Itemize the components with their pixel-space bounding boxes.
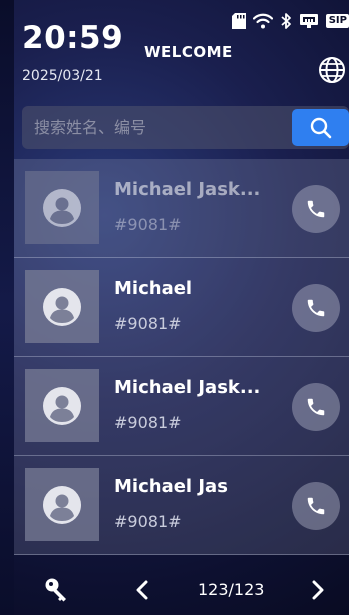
- clock-time: 20:59: [22, 20, 124, 56]
- user-avatar-icon: [43, 485, 81, 524]
- pagination-bar: 123/123: [14, 562, 349, 615]
- contact-number: #9081#: [114, 215, 182, 234]
- contact-name: Michael Jask...: [114, 377, 261, 398]
- avatar: [25, 468, 99, 541]
- clock-date: 2025/03/21: [22, 68, 103, 84]
- contact-name: Michael Jask...: [114, 179, 261, 200]
- contact-row[interactable]: Michael #9081#: [14, 258, 349, 357]
- search-bar: [22, 106, 349, 149]
- contact-name: Michael: [114, 278, 193, 299]
- contact-number: #9081#: [114, 512, 182, 531]
- contact-row[interactable]: Michael Jas #9081#: [14, 456, 349, 555]
- key-button[interactable]: [44, 577, 70, 603]
- user-avatar-icon: [43, 287, 81, 326]
- user-avatar-icon: [43, 386, 81, 425]
- phone-icon: [307, 200, 325, 218]
- contact-list: Michael Jask... #9081# Michael #9081# Mi…: [14, 159, 349, 555]
- sip-badge: SIP: [325, 14, 349, 28]
- contact-number: #9081#: [114, 413, 182, 432]
- status-icons: SIP: [231, 11, 349, 31]
- search-input[interactable]: [22, 106, 288, 149]
- left-edge: [0, 0, 14, 615]
- phone-icon: [307, 398, 325, 416]
- wifi-icon: [252, 13, 273, 29]
- phone-icon: [307, 497, 325, 515]
- chevron-right-icon: [312, 580, 324, 600]
- contact-row[interactable]: Michael Jask... #9081#: [14, 159, 349, 258]
- search-button[interactable]: [292, 109, 349, 146]
- chevron-left-icon: [136, 580, 148, 600]
- globe-icon: [319, 57, 345, 83]
- contact-number: #9081#: [114, 314, 182, 333]
- avatar: [25, 171, 99, 244]
- phone-icon: [307, 299, 325, 317]
- call-button[interactable]: [292, 284, 340, 332]
- network-icon: [299, 13, 319, 29]
- language-button[interactable]: [318, 56, 346, 84]
- contact-name: Michael Jas: [114, 476, 228, 497]
- next-page-button[interactable]: [306, 577, 330, 603]
- call-button[interactable]: [292, 185, 340, 233]
- sd-card-icon: [231, 13, 246, 29]
- page-indicator: 123/123: [198, 580, 265, 599]
- bluetooth-icon: [280, 12, 292, 30]
- search-icon: [310, 117, 331, 138]
- prev-page-button[interactable]: [130, 577, 154, 603]
- contact-row[interactable]: Michael Jask... #9081#: [14, 357, 349, 456]
- avatar: [25, 369, 99, 442]
- call-button[interactable]: [292, 482, 340, 530]
- page-title: WELCOME: [144, 43, 233, 61]
- call-button[interactable]: [292, 383, 340, 431]
- contacts-screen: 20:59 2025/03/21 WELCOME SIP 搜索姓名、编号 Mic…: [0, 0, 349, 615]
- key-icon: [45, 578, 66, 602]
- user-avatar-icon: [43, 188, 81, 227]
- avatar: [25, 270, 99, 343]
